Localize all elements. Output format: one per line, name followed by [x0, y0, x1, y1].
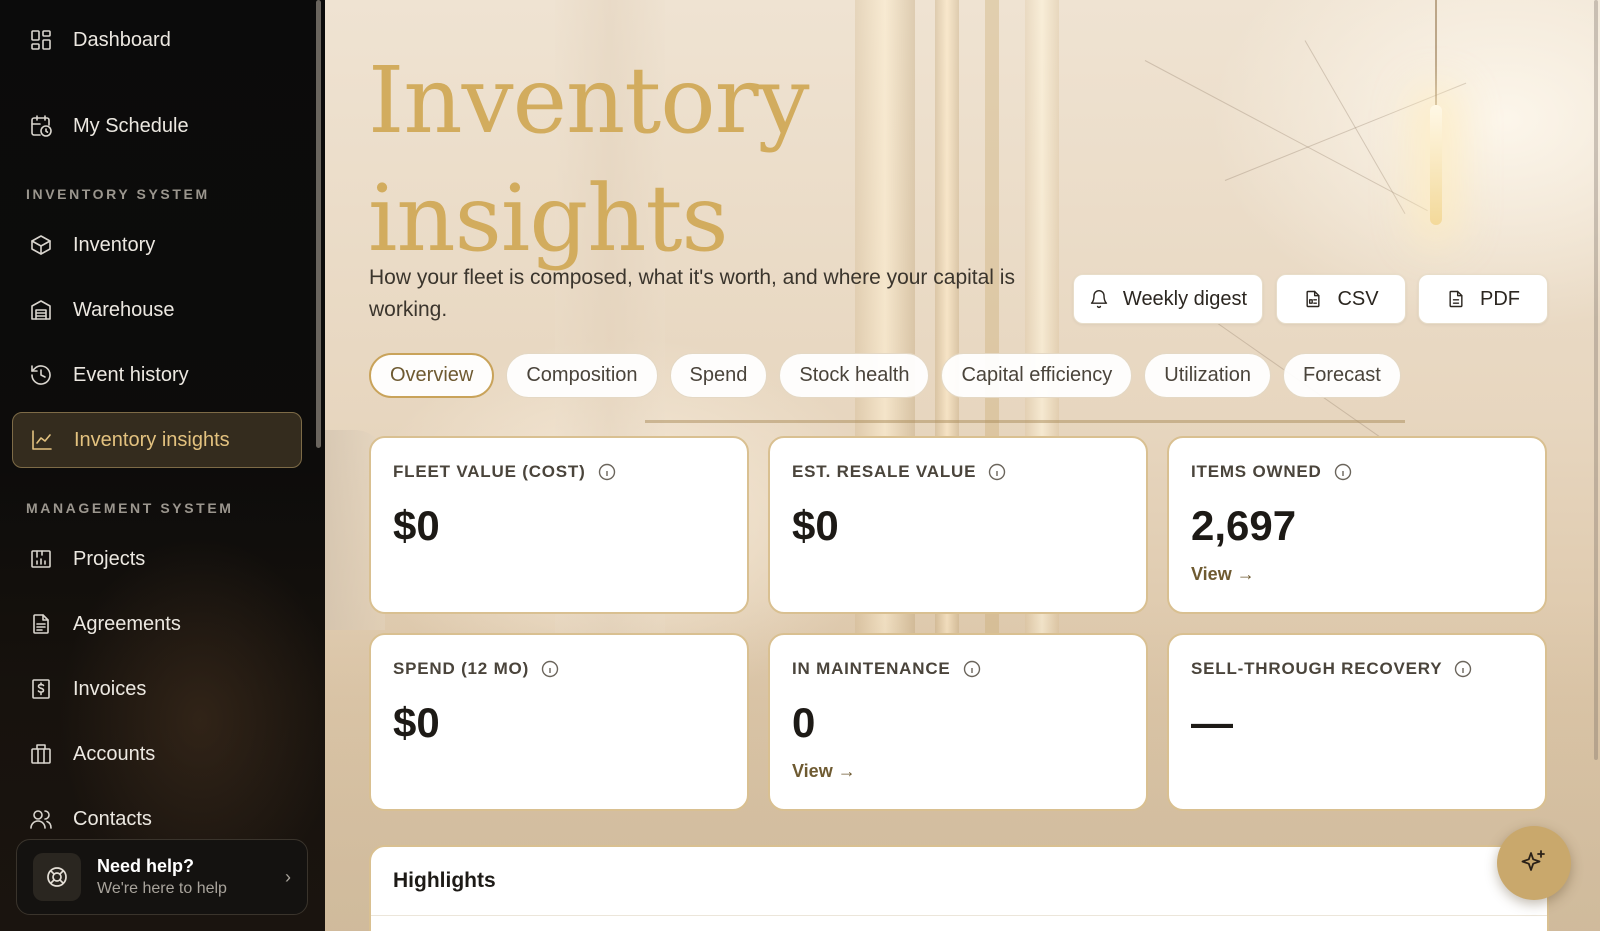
card-label: IN MAINTENANCE: [792, 659, 951, 678]
page-subtitle: How your fleet is composed, what it's wo…: [369, 266, 1015, 321]
kpi-card-items-owned: ITEMS OWNED 2,697 View →: [1167, 436, 1547, 614]
sidebar-item-dashboard[interactable]: Dashboard: [12, 12, 302, 68]
sidebar-item-label: Projects: [73, 547, 146, 570]
kpi-card-spend: SPEND (12 MO) $0: [369, 633, 749, 811]
tab-utilization[interactable]: Utilization: [1144, 353, 1271, 398]
help-subtitle: We're here to help: [97, 880, 227, 897]
view-items-link[interactable]: View →: [1191, 564, 1255, 585]
sidebar-item-inventory-insights[interactable]: Inventory insights: [12, 412, 302, 468]
tab-capital-efficiency[interactable]: Capital efficiency: [941, 353, 1133, 398]
card-label: ITEMS OWNED: [1191, 462, 1322, 481]
card-value: $0: [393, 699, 440, 746]
kpi-card-fleet-value: FLEET VALUE (COST) $0: [369, 436, 749, 614]
calendar-clock-icon: [28, 113, 54, 139]
kpi-card-in-maintenance: IN MAINTENANCE 0 View →: [768, 633, 1148, 811]
tab-forecast[interactable]: Forecast: [1282, 353, 1401, 398]
card-value: —: [1191, 699, 1233, 746]
sidebar-item-warehouse[interactable]: Warehouse: [12, 282, 302, 338]
history-icon: [28, 362, 54, 388]
highlights-panel: Highlights: [369, 845, 1549, 931]
card-label: FLEET VALUE (COST): [393, 462, 586, 481]
sidebar-item-label: Event history: [73, 363, 189, 386]
info-icon[interactable]: [1334, 463, 1352, 481]
tab-overview[interactable]: Overview: [369, 353, 495, 398]
export-pdf-button[interactable]: PDF: [1418, 274, 1548, 324]
help-title: Need help?: [97, 856, 195, 876]
divider: [371, 915, 1547, 916]
sidebar: Dashboard My Schedule INVENTORY SYSTEM I…: [0, 0, 325, 931]
pdf-file-icon: [1449, 290, 1463, 308]
sidebar-item-agreements[interactable]: Agreements: [12, 596, 302, 652]
sidebar-item-my-schedule[interactable]: My Schedule: [12, 98, 302, 154]
page-title: Inventory insights: [368, 47, 810, 272]
kpi-card-sell-through: SELL-THROUGH RECOVERY —: [1167, 633, 1547, 811]
sparkle-icon: [1521, 850, 1545, 871]
bell-icon: [1090, 290, 1108, 309]
info-icon[interactable]: [988, 463, 1006, 481]
sidebar-item-label: Warehouse: [73, 298, 175, 321]
projects-icon: [28, 546, 54, 572]
building-icon: [28, 741, 54, 767]
sidebar-item-label: Inventory insights: [74, 428, 230, 451]
lifebuoy-icon: [33, 853, 81, 901]
sidebar-item-label: My Schedule: [73, 114, 189, 137]
sidebar-item-label: Contacts: [73, 807, 152, 830]
info-icon[interactable]: [1454, 660, 1472, 678]
sidebar-item-label: Invoices: [73, 677, 147, 700]
dashboard-icon: [28, 27, 54, 53]
section-label-inventory: INVENTORY SYSTEM: [26, 186, 210, 202]
info-icon[interactable]: [541, 660, 559, 678]
weekly-digest-button[interactable]: Weekly digest: [1073, 274, 1263, 324]
tab-composition[interactable]: Composition: [506, 353, 658, 398]
insights-tabs: Overview Composition Spend Stock health …: [369, 353, 1401, 398]
users-icon: [28, 806, 54, 832]
highlights-title: Highlights: [393, 869, 496, 892]
info-icon[interactable]: [963, 660, 981, 678]
sidebar-item-label: Accounts: [73, 742, 156, 765]
card-value: 0: [792, 699, 816, 746]
tab-stock-health[interactable]: Stock health: [779, 353, 930, 398]
invoice-icon: [28, 676, 54, 702]
card-label: EST. RESALE VALUE: [792, 462, 977, 481]
tab-spend[interactable]: Spend: [669, 353, 768, 398]
main-scrollbar[interactable]: [1594, 0, 1598, 760]
ai-assistant-button[interactable]: [1497, 826, 1571, 900]
export-csv-button[interactable]: CSV: [1276, 274, 1406, 324]
view-maintenance-link[interactable]: View →: [792, 761, 856, 782]
card-label: SPEND (12 MO): [393, 659, 530, 678]
card-value: $0: [393, 502, 440, 549]
csv-file-icon: [1306, 290, 1320, 308]
sidebar-item-label: Inventory: [73, 233, 156, 256]
card-label: SELL-THROUGH RECOVERY: [1191, 659, 1443, 678]
card-value: $0: [792, 502, 839, 549]
sidebar-item-projects[interactable]: Projects: [12, 531, 302, 587]
section-label-management: MANAGEMENT SYSTEM: [26, 500, 234, 516]
card-value: 2,697: [1191, 502, 1297, 549]
sidebar-item-label: Dashboard: [73, 28, 171, 51]
warehouse-icon: [28, 297, 54, 323]
document-icon: [28, 611, 54, 637]
info-icon[interactable]: [598, 463, 616, 481]
sidebar-item-event-history[interactable]: Event history: [12, 347, 302, 403]
sidebar-item-invoices[interactable]: Invoices: [12, 661, 302, 717]
chevron-right-icon: ›: [285, 866, 291, 887]
sidebar-scrollbar[interactable]: [316, 0, 321, 448]
help-card[interactable]: Need help? We're here to help ›: [16, 839, 308, 915]
kpi-card-resale-value: EST. RESALE VALUE $0: [768, 436, 1148, 614]
sidebar-item-inventory[interactable]: Inventory: [12, 217, 302, 273]
box-icon: [28, 232, 54, 258]
sidebar-item-accounts[interactable]: Accounts: [12, 726, 302, 782]
sidebar-item-label: Agreements: [73, 612, 181, 635]
line-chart-icon: [29, 427, 55, 453]
